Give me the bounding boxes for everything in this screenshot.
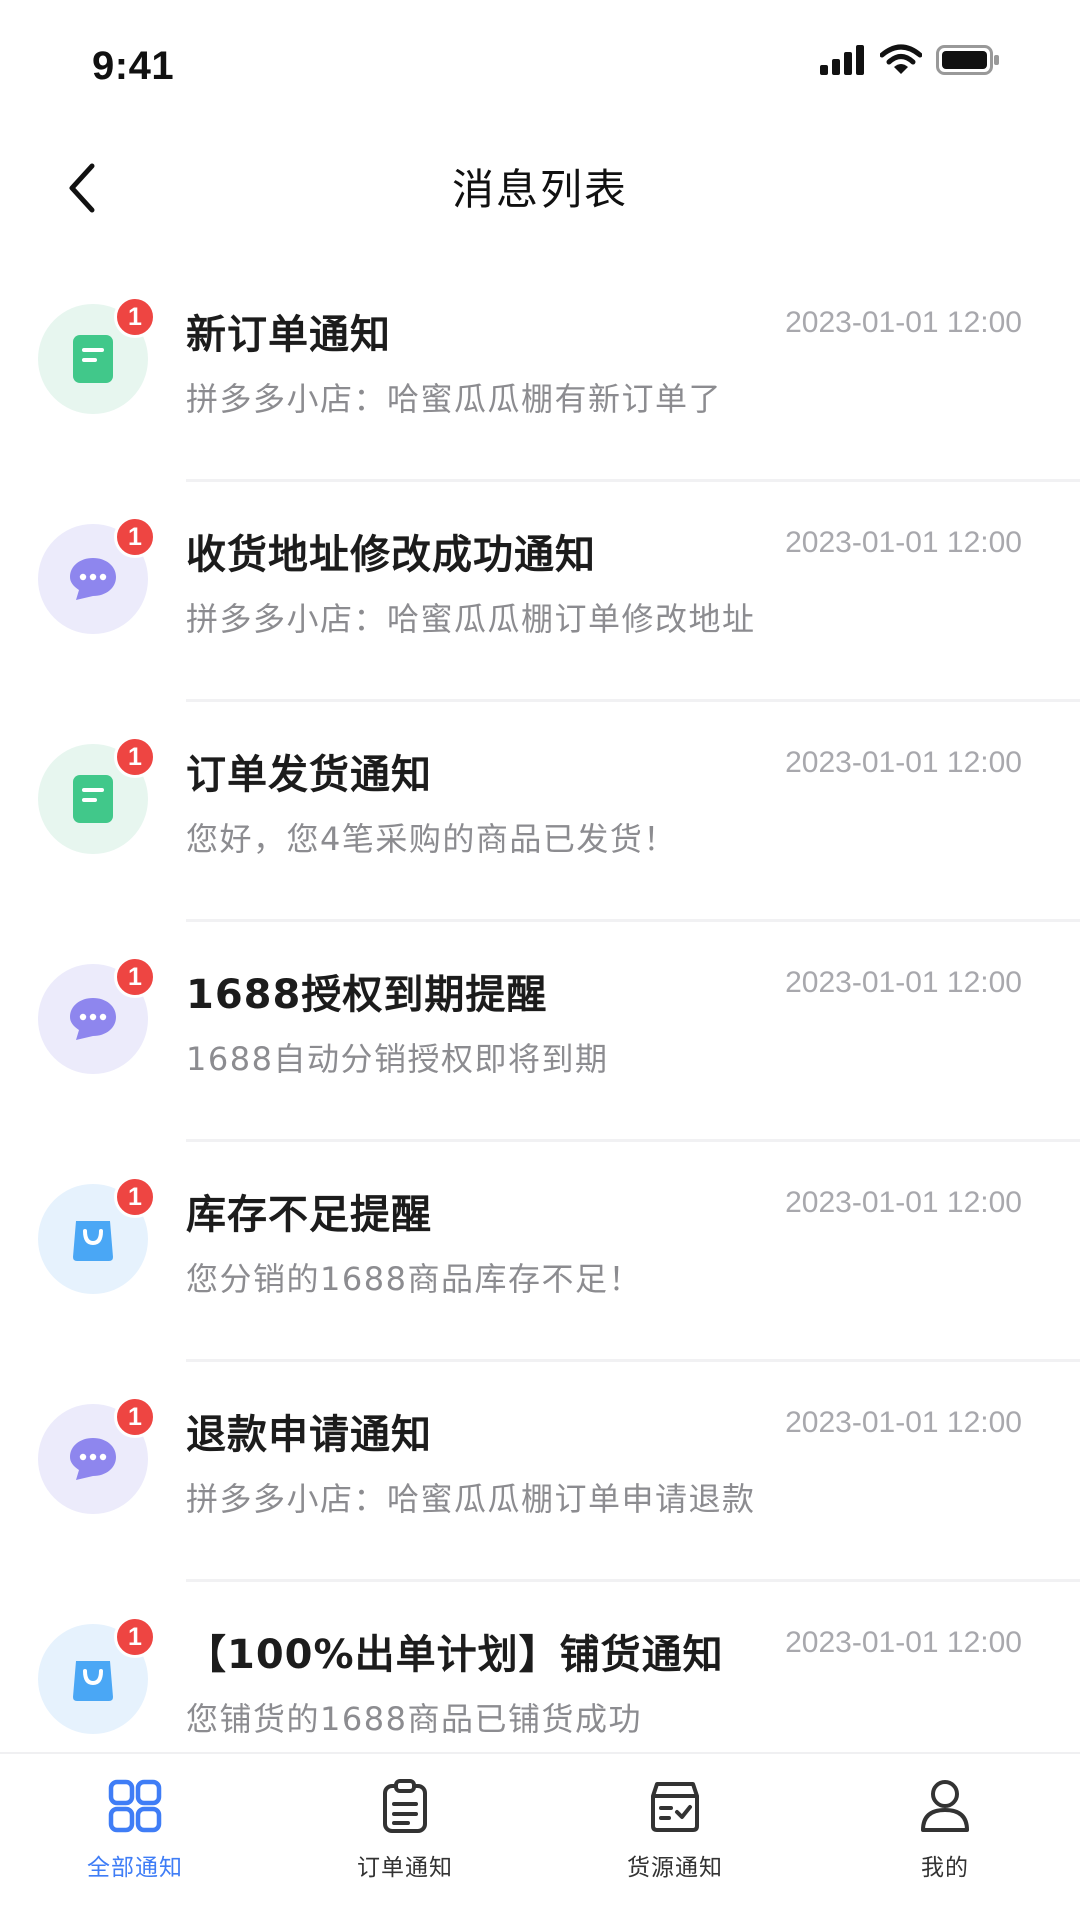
status-bar: 9:41 [0,0,1080,130]
inbox-box-icon [645,1776,705,1836]
page-title: 消息列表 [451,165,628,214]
tab-label: 我的 [921,1855,969,1881]
tab-label: 货源通知 [627,1855,723,1881]
message-content: 您分销的1688商品库存不足！ [186,1260,642,1298]
tab-supply-notifications[interactable]: 货源通知 [575,1754,775,1882]
message-item-address-changed[interactable]: 1 收货地址修改成功通知 2023-01-01 12:00 拼多多小店：哈蜜瓜瓜… [0,482,1080,702]
battery-icon [936,45,1000,75]
tab-profile[interactable]: 我的 [845,1754,1045,1882]
chat-bubble-icon [70,558,116,600]
message-list: 1 新订单通知 2023-01-01 12:00 拼多多小店：哈蜜瓜瓜棚有新订单… [0,262,1080,1802]
unread-badge: 1 [114,296,156,338]
message-time: 2023-01-01 12:00 [785,1626,1022,1659]
bottom-tab-bar: 全部通知 订单通知 货源通知 我的 [0,1752,1080,1920]
message-title: 【100%出单计划】铺货通知 [186,1632,724,1678]
app-screen: 9:41 消息列表 1 新订单通知 2023-01-01 12:00 拼多多小店… [0,0,1080,1920]
unread-badge: 1 [114,956,156,998]
message-item-order-shipped[interactable]: 1 订单发货通知 2023-01-01 12:00 您好，您4笔采购的商品已发货… [0,702,1080,922]
message-title: 新订单通知 [186,312,391,358]
user-icon [915,1776,975,1836]
message-time: 2023-01-01 12:00 [785,1186,1022,1219]
message-item-low-stock[interactable]: 1 库存不足提醒 2023-01-01 12:00 您分销的1688商品库存不足… [0,1142,1080,1362]
message-title: 退款申请通知 [186,1412,432,1458]
message-item-new-order[interactable]: 1 新订单通知 2023-01-01 12:00 拼多多小店：哈蜜瓜瓜棚有新订单… [0,262,1080,482]
shopping-bag-icon [73,1661,113,1701]
message-content: 您铺货的1688商品已铺货成功 [186,1700,642,1738]
clipboard-icon [375,1776,435,1836]
message-title: 收货地址修改成功通知 [186,532,596,578]
message-time: 2023-01-01 12:00 [785,526,1022,559]
status-time: 9:41 [92,44,175,88]
unread-badge: 1 [114,1176,156,1218]
tab-label: 全部通知 [87,1855,183,1881]
signal-icon [820,45,866,75]
status-icons [820,44,1000,76]
message-title: 订单发货通知 [186,752,432,798]
message-content: 拼多多小店：哈蜜瓜瓜棚订单申请退款 [186,1480,756,1518]
tab-order-notifications[interactable]: 订单通知 [305,1754,505,1882]
message-title: 1688授权到期提醒 [186,972,548,1018]
grid-icon [105,1776,165,1836]
unread-badge: 1 [114,1616,156,1658]
message-title: 库存不足提醒 [186,1192,432,1238]
message-item-refund-request[interactable]: 1 退款申请通知 2023-01-01 12:00 拼多多小店：哈蜜瓜瓜棚订单申… [0,1362,1080,1582]
unread-badge: 1 [114,1396,156,1438]
chat-bubble-icon [70,998,116,1040]
nav-bar: 消息列表 [0,130,1080,248]
message-content: 拼多多小店：哈蜜瓜瓜棚有新订单了 [186,380,723,418]
tab-all-notifications[interactable]: 全部通知 [35,1754,235,1882]
unread-badge: 1 [114,516,156,558]
shopping-bag-icon [73,1221,113,1261]
message-time: 2023-01-01 12:00 [785,966,1022,999]
chat-bubble-icon [70,1438,116,1480]
tab-label: 订单通知 [357,1855,453,1881]
message-content: 1688自动分销授权即将到期 [186,1040,609,1078]
message-content: 您好，您4笔采购的商品已发货！ [186,820,677,858]
message-time: 2023-01-01 12:00 [785,1406,1022,1439]
document-icon [73,775,113,823]
wifi-icon [880,44,922,76]
message-time: 2023-01-01 12:00 [785,746,1022,779]
document-icon [73,335,113,383]
message-content: 拼多多小店：哈蜜瓜瓜棚订单修改地址 [186,600,756,638]
message-time: 2023-01-01 12:00 [785,306,1022,339]
unread-badge: 1 [114,736,156,778]
message-item-auth-expiry[interactable]: 1 1688授权到期提醒 2023-01-01 12:00 1688自动分销授权… [0,922,1080,1142]
